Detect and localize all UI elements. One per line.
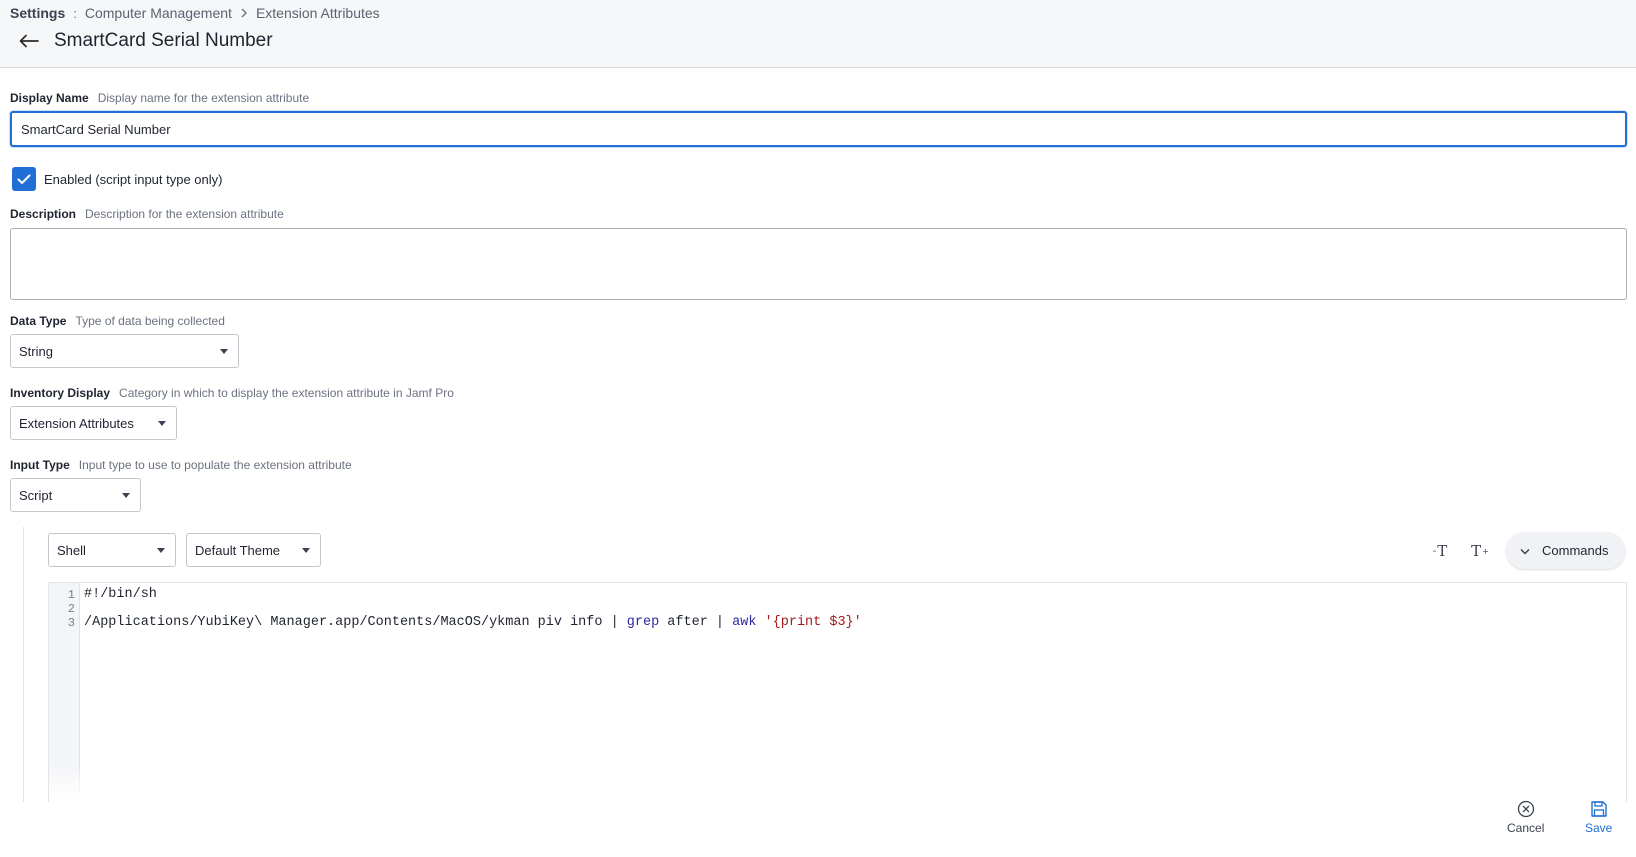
enabled-row: Enabled (script input type only): [12, 167, 222, 191]
language-value: Shell: [57, 542, 86, 558]
cancel-label: Cancel: [1507, 821, 1545, 835]
display-name-input[interactable]: [10, 111, 1627, 147]
breadcrumb-item-computer-management[interactable]: Computer Management: [85, 5, 232, 21]
title-row: SmartCard Serial Number: [18, 30, 273, 52]
caret-down-icon: [158, 420, 166, 426]
enabled-checkbox[interactable]: [12, 167, 36, 191]
code-token-grep: grep: [626, 615, 660, 630]
inventory-display-value: Extension Attributes: [19, 415, 134, 431]
caret-down-icon: [157, 547, 165, 553]
theme-value: Default Theme: [195, 542, 281, 558]
data-type-label-text: Data Type: [10, 314, 67, 328]
breadcrumb-root[interactable]: Settings: [10, 5, 65, 21]
cancel-button[interactable]: Cancel: [1507, 800, 1544, 835]
code-editor[interactable]: 1 2 3 #!/bin/sh /Applications/YubiKey\ M…: [48, 582, 1627, 802]
data-type-hint: Type of data being collected: [75, 314, 225, 328]
cancel-circle-icon: [1517, 800, 1534, 818]
breadcrumb: Settings : Computer Management Extension…: [10, 5, 380, 21]
inventory-display-select[interactable]: Extension Attributes: [10, 406, 177, 440]
chevron-right-icon: [240, 6, 248, 21]
description-label-text: Description: [10, 207, 77, 221]
commands-button[interactable]: Commands: [1506, 532, 1625, 569]
line-number: 2: [67, 602, 75, 616]
back-arrow-icon[interactable]: [18, 30, 40, 52]
description-label: Description Description for the extension…: [10, 207, 284, 221]
display-name-label: Display Name Display name for the extensi…: [10, 91, 309, 105]
display-name-hint: Display name for the extension attribute: [97, 91, 310, 105]
caret-down-icon: [302, 547, 310, 553]
code-line-3: /Applications/YubiKey\ Manager.app/Conte…: [84, 615, 862, 631]
line-number: 3: [67, 616, 75, 630]
enabled-label: Enabled (script input type only): [44, 171, 223, 187]
checkmark-icon: [17, 174, 31, 184]
code-token: after |: [659, 615, 733, 630]
caret-down-icon: [122, 492, 130, 498]
save-label: Save: [1585, 821, 1613, 835]
page-title: SmartCard Serial Number: [54, 30, 273, 51]
input-type-hint: Input type to use to populate the extens…: [78, 458, 352, 472]
code-token: /Applications/YubiKey\ Manager.app/Conte…: [84, 615, 627, 630]
inventory-display-label-text: Inventory Display: [10, 386, 111, 400]
breadcrumb-item-extension-attributes[interactable]: Extension Attributes: [256, 5, 380, 21]
input-type-label: Input Type Input type to use to populate …: [10, 458, 352, 472]
description-textarea[interactable]: [10, 228, 1627, 300]
save-button[interactable]: Save: [1585, 800, 1612, 835]
display-name-label-text: Display Name: [10, 91, 89, 105]
description-hint: Description for the extension attribute: [85, 207, 284, 221]
breadcrumb-separator: :: [73, 5, 77, 21]
code-line-1: #!/bin/sh: [84, 587, 157, 602]
data-type-label: Data Type Type of data being collected: [10, 314, 225, 328]
inventory-display-hint: Category in which to display the extensi…: [119, 386, 454, 400]
theme-select[interactable]: Default Theme: [186, 533, 321, 567]
save-disk-icon: [1590, 801, 1607, 817]
page-header: Settings : Computer Management Extension…: [0, 0, 1636, 68]
language-select[interactable]: Shell: [48, 533, 176, 567]
increase-font-size-icon[interactable]: T +: [1467, 540, 1493, 562]
input-type-value: Script: [19, 487, 53, 503]
code-token-awk: awk: [732, 615, 757, 630]
caret-down-icon: [220, 348, 228, 354]
input-type-select[interactable]: Script: [10, 478, 141, 512]
commands-label: Commands: [1542, 543, 1609, 558]
editor-fade: [49, 762, 1626, 802]
inventory-display-label: Inventory Display Category in which to di…: [10, 386, 454, 400]
data-type-value: String: [19, 343, 53, 359]
input-type-label-text: Input Type: [10, 458, 70, 472]
chevron-down-icon: [1520, 543, 1530, 558]
line-number: 1: [67, 588, 75, 602]
decrease-font-size-icon[interactable]: -T: [1427, 540, 1453, 562]
code-token-string: '{print $3}': [764, 615, 862, 630]
data-type-select[interactable]: String: [10, 334, 239, 368]
